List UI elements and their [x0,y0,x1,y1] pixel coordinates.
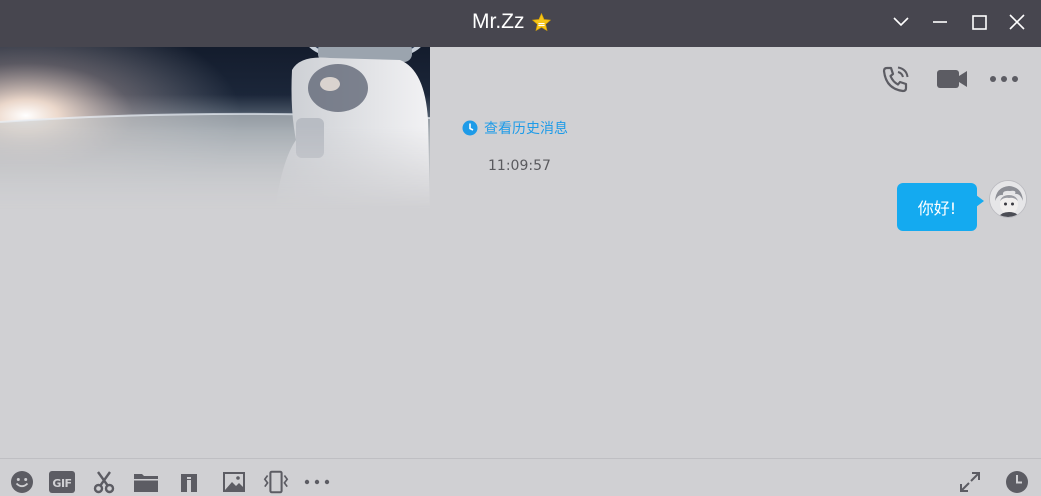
video-call-button[interactable] [934,62,970,96]
minimize-button[interactable] [925,8,955,36]
voice-call-icon [882,66,909,93]
maximize-button[interactable] [964,8,994,36]
image-icon [223,472,245,492]
message-text: 你好! [917,199,957,218]
emoji-icon [11,471,33,493]
shake-button[interactable] [262,469,290,495]
view-history-link[interactable]: 查看历史消息 [462,118,568,138]
collapse-button[interactable] [886,8,916,36]
message-bubble[interactable]: 你好! [897,183,984,231]
gif-label: GIF [52,477,72,490]
expand-icon [960,472,980,492]
user-avatar-icon [990,181,1026,217]
shake-icon [263,470,289,494]
title-bar: Mr.Zz [0,0,1041,47]
music-button[interactable] [175,469,203,495]
view-history-label[interactable]: 查看历史消息 [484,118,568,138]
message-history-button[interactable] [1003,469,1031,495]
music-icon [181,474,197,492]
maximize-icon [971,14,987,30]
folder-icon [134,474,158,492]
video-call-icon [937,70,967,88]
close-icon [1009,14,1025,30]
minimize-icon [933,21,947,23]
send-image-button[interactable] [220,469,248,495]
send-file-button[interactable] [132,469,160,495]
history-clock-icon [1006,471,1028,493]
gif-button[interactable]: GIF [48,469,76,495]
message-row: 你好! [897,180,1027,231]
star-badge-icon [531,12,551,31]
more-tools-button[interactable] [303,469,331,495]
avatar[interactable] [989,180,1027,218]
gif-icon: GIF [49,471,75,493]
clock-icon [462,120,478,136]
message-timestamp: 11:09:57 [488,158,551,174]
more-options-button[interactable] [986,62,1022,96]
window-title: Mr.Zz [472,7,552,37]
more-icon [304,479,330,485]
scissors-icon [93,471,115,494]
more-options-icon [990,76,1018,82]
input-toolbar: GIF [0,458,1041,496]
emoji-button[interactable] [8,469,36,495]
chat-window: Mr.Zz 查看历史消息 11:09:57 你好! GIF [0,0,1041,496]
voice-call-button[interactable] [878,62,914,96]
screenshot-button[interactable] [90,469,118,495]
expand-input-button[interactable] [956,469,984,495]
chevron-down-icon [893,17,909,27]
contact-name: Mr.Zz [472,10,525,33]
close-button[interactable] [1002,8,1032,36]
